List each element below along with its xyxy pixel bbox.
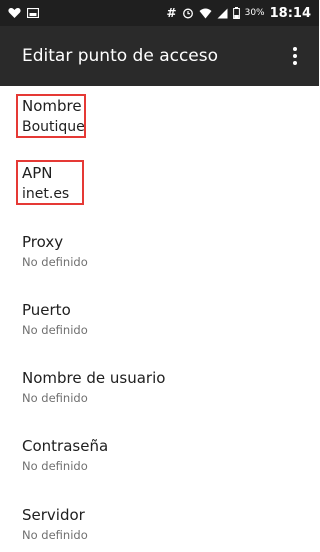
pref-contrasena[interactable]: Contraseña No definido [22,437,312,474]
app-bar: Editar punto de acceso [0,26,319,86]
battery-icon [232,7,240,19]
status-left [8,7,39,19]
pref-summary: No definido [22,255,88,269]
status-right: # 30% 18:14 [167,6,311,21]
pref-title: Puerto [22,301,71,319]
alarm-icon [182,7,194,19]
heart-icon [8,7,21,19]
pref-summary: No definido [22,391,88,405]
page-title: Editar punto de acceso [22,46,219,66]
pref-servidor[interactable]: Servidor No definido [22,506,312,543]
pref-proxy[interactable]: Proxy No definido [22,233,312,270]
clock: 18:14 [269,5,311,21]
pref-title: Nombre de usuario [22,369,166,387]
pref-title: Contraseña [22,437,109,455]
wifi-icon [199,8,212,19]
pref-puerto[interactable]: Puerto No definido [22,301,312,338]
image-notification-icon [27,8,39,18]
highlight-apn [16,160,84,205]
pref-summary: No definido [22,323,88,337]
pref-nombre-usuario[interactable]: Nombre de usuario No definido [22,369,312,406]
pref-summary: No definido [22,459,88,473]
signal-icon [217,8,228,19]
hash-icon: # [166,6,177,20]
more-vert-icon[interactable] [283,41,307,71]
pref-title: Servidor [22,506,85,524]
battery-percent: 30% [244,8,265,18]
pref-title: Proxy [22,233,64,251]
pref-summary: No definido [22,528,88,542]
status-bar: # 30% 18:14 [0,0,319,26]
highlight-nombre [16,94,86,138]
